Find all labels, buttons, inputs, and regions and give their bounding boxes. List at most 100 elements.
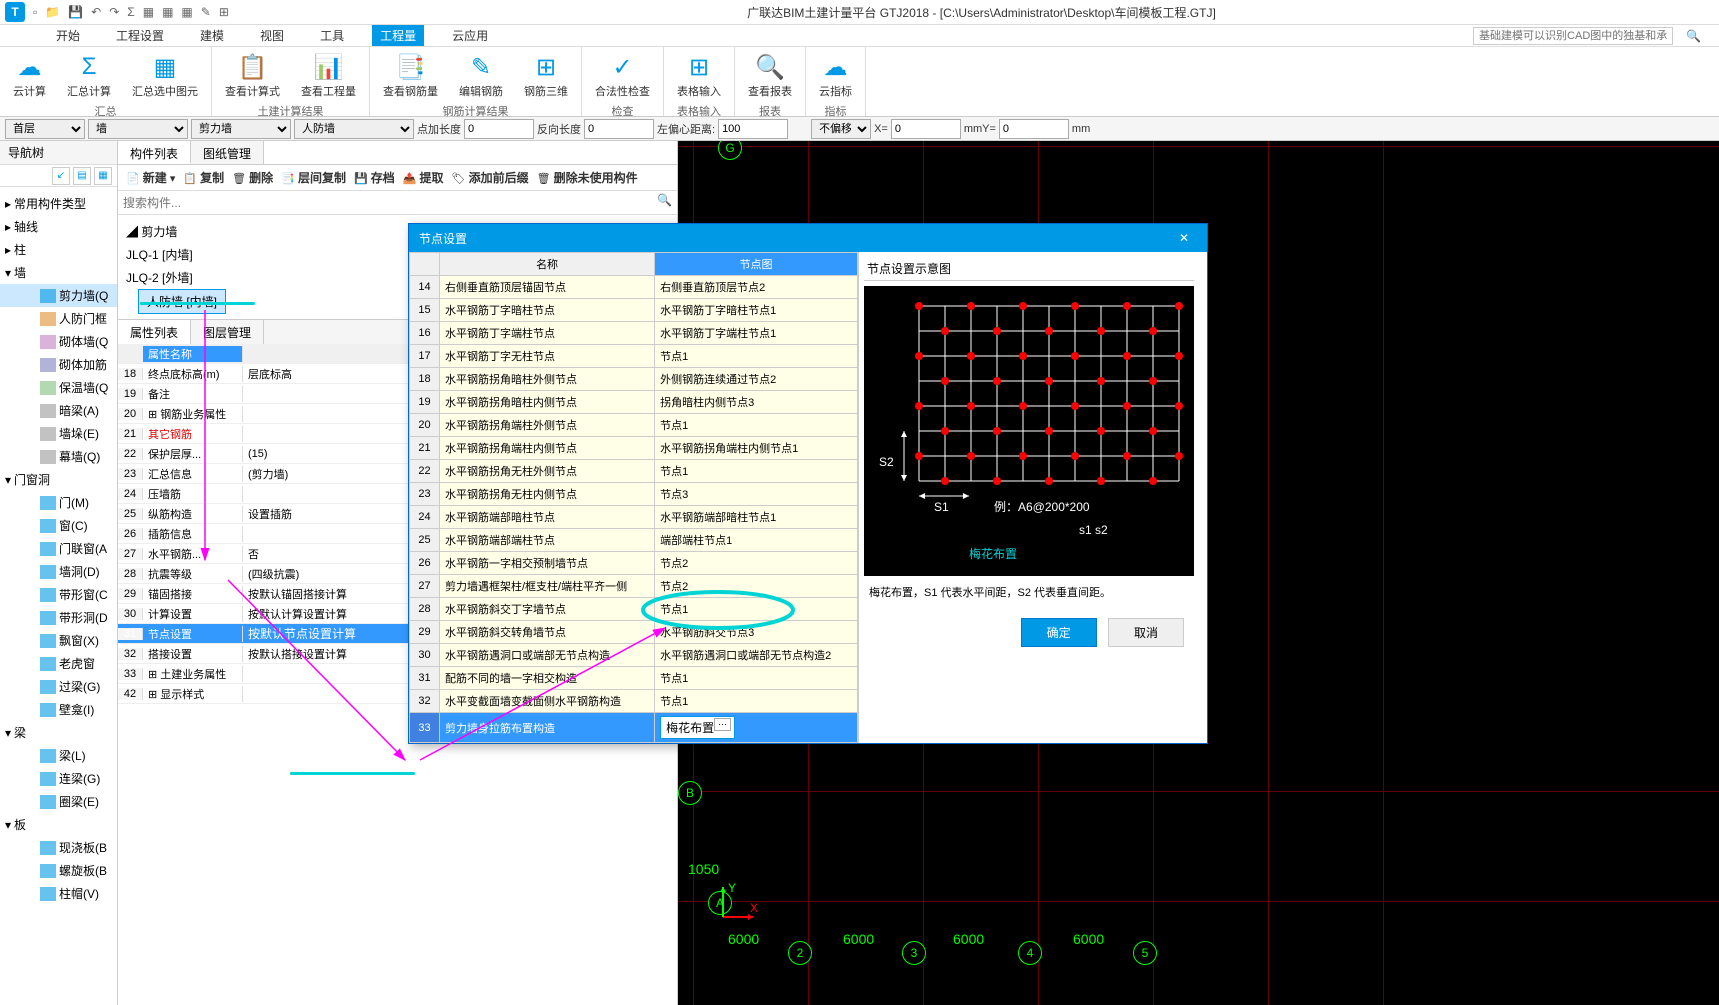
table-row[interactable]: 31配筋不同的墙一字相交构造节点1 (410, 667, 858, 690)
table-row[interactable]: 30水平钢筋遇洞口或端部无节点构造水平钢筋遇洞口或端部无节点构造2 (410, 644, 858, 667)
ribbon-汇总计算[interactable]: Σ汇总计算 (59, 49, 119, 101)
tree-item[interactable]: 飘窗(X) (0, 629, 117, 652)
table-row[interactable]: 21水平钢筋拐角端柱内侧节点水平钢筋拐角端柱内侧节点1 (410, 437, 858, 460)
tree-category[interactable]: ▸ 常用构件类型 (0, 192, 117, 215)
ribbon-查看计算式[interactable]: 📋查看计算式 (217, 49, 288, 101)
tab-layers[interactable]: 图层管理 (191, 320, 264, 344)
tree-item[interactable]: 带形洞(D (0, 606, 117, 629)
table-row[interactable]: 18水平钢筋拐角暗柱外侧节点外侧钢筋连续通过节点2 (410, 368, 858, 391)
tree-item[interactable]: 人防门框 (0, 307, 117, 330)
qat-sigma-icon[interactable]: Σ (127, 5, 134, 19)
menu-settings[interactable]: 工程设置 (108, 25, 172, 46)
tree-item[interactable]: 门(M) (0, 491, 117, 514)
delete-button[interactable]: 🗑 删除 (232, 169, 273, 186)
help-search[interactable] (1473, 27, 1673, 45)
close-icon[interactable]: ✕ (1171, 231, 1197, 245)
table-row[interactable]: 20水平钢筋拐角端柱外侧节点节点1 (410, 414, 858, 437)
tree-item[interactable]: 带形窗(C (0, 583, 117, 606)
tree-item[interactable]: 现浇板(B (0, 836, 117, 859)
tree-category[interactable]: ▾ 墙 (0, 261, 117, 284)
addlen-input[interactable] (464, 119, 534, 139)
cancel-button[interactable]: 取消 (1108, 618, 1184, 647)
tree-category[interactable]: ▾ 门窗洞 (0, 468, 117, 491)
subtype-select[interactable]: 剪力墙 (191, 119, 291, 139)
tree-item[interactable]: 连梁(G) (0, 767, 117, 790)
tree-category[interactable]: ▾ 梁 (0, 721, 117, 744)
table-row[interactable]: 23水平钢筋拐角无柱内侧节点节点3 (410, 483, 858, 506)
tree-item[interactable]: 柱帽(V) (0, 882, 117, 905)
archive-button[interactable]: 💾 存档 (354, 169, 395, 186)
extract-button[interactable]: 📤 提取 (403, 169, 444, 186)
qat-icon[interactable]: ⊞ (219, 5, 229, 19)
ribbon-云计算[interactable]: ☁云计算 (5, 49, 54, 101)
ribbon-汇总选中图元[interactable]: ▦汇总选中图元 (124, 49, 206, 101)
table-row[interactable]: 15水平钢筋丁字暗柱节点水平钢筋丁字暗柱节点1 (410, 299, 858, 322)
table-row[interactable]: 22水平钢筋拐角无柱外侧节点节点1 (410, 460, 858, 483)
tree-item[interactable]: 老虎窗 (0, 652, 117, 675)
table-row[interactable]: 25水平钢筋端部端柱节点端部端柱节点1 (410, 529, 858, 552)
table-row[interactable]: 29水平钢筋斜交转角墙节点水平钢筋斜交节点3 (410, 621, 858, 644)
ribbon-查看钢筋量[interactable]: 📑查看钢筋量 (375, 49, 446, 101)
table-row[interactable]: 27剪力墙遇框架柱/框支柱/端柱平齐一侧节点2 (410, 575, 858, 598)
qat-new-icon[interactable]: ▫ (33, 5, 37, 19)
ok-button[interactable]: 确定 (1021, 618, 1097, 647)
qat-undo-icon[interactable]: ↶ (91, 5, 101, 19)
tree-item[interactable]: 剪力墙(Q (0, 284, 117, 307)
layer-copy-button[interactable]: 📑 层间复制 (281, 169, 346, 186)
tree-category[interactable]: ▸ 柱 (0, 238, 117, 261)
type-select[interactable]: 墙 (88, 119, 188, 139)
ribbon-钢筋三维[interactable]: ⊞钢筋三维 (516, 49, 576, 101)
tree-category[interactable]: ▾ 板 (0, 813, 117, 836)
copy-button[interactable]: 📋 复制 (183, 169, 224, 186)
tree-item[interactable]: 梁(L) (0, 744, 117, 767)
view-icon[interactable]: ▤ (73, 167, 91, 185)
tree-item[interactable]: 暗梁(A) (0, 399, 117, 422)
qat-save-icon[interactable]: 💾 (68, 5, 83, 19)
tree-item[interactable]: 壁龛(I) (0, 698, 117, 721)
qat-icon[interactable]: ✎ (201, 5, 211, 19)
tab-props[interactable]: 属性列表 (118, 320, 191, 344)
tree-item[interactable]: 门联窗(A (0, 537, 117, 560)
new-button[interactable]: 📄 新建 ▾ (126, 169, 175, 186)
table-row[interactable]: 33剪力墙身拉筋布置构造梅花布置 (410, 713, 858, 743)
table-row[interactable]: 16水平钢筋丁字端柱节点水平钢筋丁字端柱节点1 (410, 322, 858, 345)
ribbon-查看工程量[interactable]: 📊查看工程量 (293, 49, 364, 101)
menu-cloud[interactable]: 云应用 (444, 25, 496, 46)
search-icon[interactable]: 🔍 (1678, 27, 1709, 45)
ribbon-合法性检查[interactable]: ✓合法性检查 (587, 49, 658, 101)
leftdist-input[interactable] (718, 119, 788, 139)
qat-icon[interactable]: ▦ (162, 5, 173, 19)
ribbon-表格输入[interactable]: ⊞表格输入 (669, 49, 729, 101)
tree-item[interactable]: 圈梁(E) (0, 790, 117, 813)
view-icon[interactable]: ▦ (94, 167, 112, 185)
qat-redo-icon[interactable]: ↷ (109, 5, 119, 19)
tree-item[interactable]: 保温墙(Q (0, 376, 117, 399)
tree-item[interactable]: 砌体加筋 (0, 353, 117, 376)
ribbon-云指标[interactable]: ☁云指标 (811, 49, 860, 101)
qat-icon[interactable]: ▦ (181, 5, 192, 19)
table-row[interactable]: 14右侧垂直筋顶层锚固节点右侧垂直筋顶层节点2 (410, 276, 858, 299)
tree-item[interactable]: 窗(C) (0, 514, 117, 537)
floor-select[interactable]: 首层 (5, 119, 85, 139)
member-select[interactable]: 人防墙 (294, 119, 414, 139)
ribbon-编辑钢筋[interactable]: ✎编辑钢筋 (451, 49, 511, 101)
menu-model[interactable]: 建模 (192, 25, 232, 46)
table-row[interactable]: 32水平变截面墙变截面侧水平钢筋构造节点1 (410, 690, 858, 713)
tree-item[interactable]: 墙垛(E) (0, 422, 117, 445)
suffix-button[interactable]: 🏷 添加前后缀 (452, 169, 529, 186)
revlen-input[interactable] (584, 119, 654, 139)
qat-open-icon[interactable]: 📁 (45, 5, 60, 19)
tree-item[interactable]: 幕墙(Q) (0, 445, 117, 468)
table-row[interactable]: 17水平钢筋丁字无柱节点节点1 (410, 345, 858, 368)
menu-start[interactable]: 开始 (48, 25, 88, 46)
member-search[interactable] (123, 193, 657, 212)
x-input[interactable] (891, 119, 961, 139)
ribbon-查看报表[interactable]: 🔍查看报表 (740, 49, 800, 101)
tree-item[interactable]: 过梁(G) (0, 675, 117, 698)
search-icon[interactable]: 🔍 (657, 193, 672, 212)
table-row[interactable]: 24水平钢筋端部暗柱节点水平钢筋端部暗柱节点1 (410, 506, 858, 529)
tree-category[interactable]: ▸ 轴线 (0, 215, 117, 238)
menu-view[interactable]: 视图 (252, 25, 292, 46)
y-input[interactable] (999, 119, 1069, 139)
table-row[interactable]: 26水平钢筋一字相交预制墙节点节点2 (410, 552, 858, 575)
